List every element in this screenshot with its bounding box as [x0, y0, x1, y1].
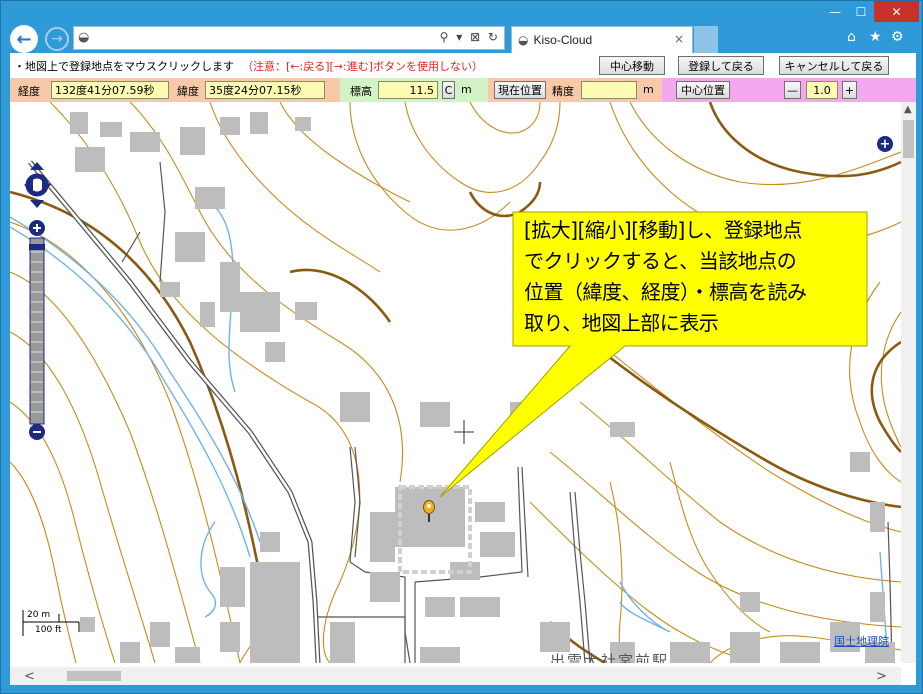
- new-tab-button[interactable]: [694, 26, 718, 53]
- browser-window: — ☐ ✕ ← → ◒ ⚲ ▾ ⊠ ↻ ◒ Kiso-Cloud × ⌂ ★ ⚙…: [0, 0, 923, 694]
- zoom-control-graphics: [24, 162, 51, 440]
- zoom-control: [24, 162, 51, 442]
- scale-feet-label: 100 ft: [35, 625, 62, 635]
- longitude-label: 経度: [18, 85, 40, 98]
- tab-close-icon[interactable]: ×: [674, 32, 684, 46]
- scroll-right-arrow[interactable]: >: [876, 669, 887, 684]
- close-window-button[interactable]: ✕: [874, 1, 919, 22]
- horizontal-scrollbar[interactable]: < >: [10, 667, 901, 685]
- arrow-left-icon: ←: [16, 28, 32, 50]
- crosshair: [454, 420, 474, 444]
- map-canvas[interactable]: [拡大][縮小][移動]し、登録地点 でクリックすると、当該地点の 位置（緯度、…: [10, 102, 916, 663]
- coordinate-toolbar: 経度 132度41分07.59秒 緯度 35度24分07.15秒 標高 11.5…: [10, 78, 916, 102]
- current-position-button[interactable]: 現在位置: [494, 81, 546, 99]
- buildings: [70, 112, 895, 663]
- register-and-return-button[interactable]: 登録して戻る: [678, 56, 764, 75]
- caution-note: （注意：[←:戻る][→:進む]ボタンを使用しない）: [242, 60, 484, 73]
- center-move-button[interactable]: 中心移動: [599, 56, 665, 75]
- scroll-up-arrow[interactable]: ▲: [904, 104, 912, 115]
- vertical-scrollbar[interactable]: ▲: [901, 102, 916, 663]
- zoom-plus-button[interactable]: +: [842, 81, 857, 99]
- site-favicon-icon: ◒: [518, 33, 529, 47]
- expand-plus-icon[interactable]: +: [877, 136, 893, 152]
- map-graphics: [10, 102, 902, 663]
- latitude-field[interactable]: 35度24分07.15秒: [205, 81, 325, 99]
- elevation-clear-button[interactable]: C: [442, 81, 455, 99]
- instruction-line: ・地図上で登録地点をマウスクリックします （注意：[←:戻る][→:進む]ボタンを…: [14, 58, 483, 74]
- callout-line: でクリックすると、当該地点の: [524, 249, 797, 273]
- favorites-icon[interactable]: ★: [869, 29, 882, 45]
- instruction-toolbar: ・地図上で登録地点をマウスクリックします （注意：[←:戻る][→:進む]ボタンを…: [10, 53, 916, 78]
- callout-line: 取り、地図上部に表示: [524, 311, 719, 335]
- callout-line: 位置（緯度、経度）・標高を読み: [524, 280, 807, 304]
- accuracy-field[interactable]: [581, 81, 637, 99]
- site-icon: ◒: [78, 30, 90, 45]
- elevation-label: 標高: [350, 85, 372, 98]
- scroll-left-arrow[interactable]: <: [24, 669, 35, 684]
- accuracy-unit: m: [643, 83, 654, 96]
- scale-bar: 20 m 100 ft: [21, 608, 91, 638]
- back-button[interactable]: ←: [10, 25, 38, 53]
- tab-kiso-cloud[interactable]: ◒ Kiso-Cloud ×: [511, 26, 693, 53]
- elevation-unit: m: [461, 83, 472, 96]
- page-content: ・地図上で登録地点をマウスクリックします （注意：[←:戻る][→:進む]ボタンを…: [10, 53, 916, 685]
- title-bar: — ☐ ✕: [1, 1, 922, 23]
- maximize-button[interactable]: ☐: [848, 1, 874, 22]
- cancel-and-return-button[interactable]: キャンセルして戻る: [779, 56, 889, 75]
- instruction-text: ・地図上で登録地点をマウスクリックします: [14, 60, 234, 73]
- center-position-button[interactable]: 中心位置: [676, 81, 730, 99]
- address-tools[interactable]: ⚲ ▾ ⊠ ↻: [440, 30, 500, 44]
- address-bar[interactable]: ◒ ⚲ ▾ ⊠ ↻: [73, 26, 505, 50]
- home-icon[interactable]: ⌂: [847, 29, 856, 45]
- accuracy-label: 精度: [552, 85, 574, 98]
- vertical-scroll-thumb[interactable]: [903, 120, 914, 158]
- zoom-level-field[interactable]: 1.0: [806, 81, 838, 99]
- elevation-field[interactable]: 11.5: [378, 81, 438, 99]
- pan-down-icon: [30, 200, 44, 208]
- zoom-minus-button[interactable]: —: [784, 81, 801, 99]
- horizontal-scroll-thumb[interactable]: [67, 671, 121, 681]
- scale-meters-label: 20 m: [27, 610, 51, 620]
- arrow-right-icon: →: [51, 31, 63, 47]
- callout-text: [拡大][縮小][移動]し、登録地点 でクリックすると、当該地点の 位置（緯度、…: [518, 213, 866, 345]
- callout-line: [拡大][縮小][移動]し、登録地点: [524, 218, 802, 242]
- gsi-attribution-link[interactable]: 国土地理院: [834, 633, 889, 649]
- minimize-button[interactable]: —: [822, 1, 848, 22]
- map-place-label: 出雲大社宮前駅: [550, 652, 670, 663]
- navigation-bar: ← → ◒ ⚲ ▾ ⊠ ↻ ◒ Kiso-Cloud × ⌂ ★ ⚙: [1, 23, 922, 53]
- pan-up-icon: [30, 162, 44, 170]
- tab-title: Kiso-Cloud: [533, 33, 593, 47]
- settings-gear-icon[interactable]: ⚙: [891, 29, 904, 45]
- forward-button[interactable]: →: [45, 27, 69, 51]
- longitude-field[interactable]: 132度41分07.59秒: [51, 81, 169, 99]
- latitude-label: 緯度: [177, 85, 199, 98]
- zoom-slider-thumb: [29, 244, 45, 250]
